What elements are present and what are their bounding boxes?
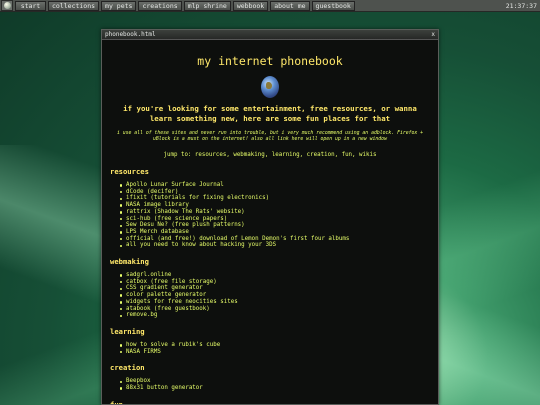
creation-list: Beepbox 88x31 button generator bbox=[110, 378, 430, 391]
webmaking-link[interactable]: atabook (free guestbook) bbox=[126, 306, 210, 312]
list-item: LPS Merch database bbox=[120, 229, 430, 236]
jump-link-webmaking[interactable]: webmaking, bbox=[233, 152, 268, 158]
list-item: CSS gradient generator bbox=[120, 285, 430, 292]
list-item: sci-hub (free science papers) bbox=[120, 216, 430, 223]
resource-link[interactable]: NASA image library bbox=[126, 202, 189, 208]
window-titlebar[interactable]: phonebook.html x bbox=[102, 30, 438, 40]
taskbar-collections-button[interactable]: collections bbox=[48, 0, 100, 11]
resources-list: Apollo Lunar Surface Journal dCode (deci… bbox=[110, 182, 430, 249]
window-title: phonebook.html bbox=[105, 31, 156, 38]
webmaking-link[interactable]: widgets for free neocities sites bbox=[126, 299, 238, 305]
globe-icon bbox=[261, 76, 279, 98]
section-heading-learning: learning bbox=[110, 326, 145, 336]
taskbar-guestbook-button[interactable]: guestbook bbox=[311, 0, 355, 11]
intro-text: if you're looking for some entertainment… bbox=[123, 104, 417, 123]
learning-link[interactable]: NASA FIRMS bbox=[126, 349, 161, 355]
jump-prefix: jump to: bbox=[163, 152, 192, 158]
taskbar-my-pets-button[interactable]: my pets bbox=[101, 0, 137, 11]
list-item: Apollo Lunar Surface Journal bbox=[120, 182, 430, 189]
list-item: widgets for free neocities sites bbox=[120, 299, 430, 306]
jump-link-fun[interactable]: fun, bbox=[342, 152, 356, 158]
resource-link[interactable]: official (and free!) download of Lemon D… bbox=[126, 236, 349, 242]
jump-link-creation[interactable]: creation, bbox=[307, 152, 338, 158]
phonebook-window: phonebook.html x my internet phonebook i… bbox=[101, 29, 439, 405]
list-item: official (and free!) download of Lemon D… bbox=[120, 236, 430, 243]
list-item: color palette generator bbox=[120, 292, 430, 299]
list-item: rattrix (Shadow The Rats' website) bbox=[120, 209, 430, 216]
jump-link-learning[interactable]: learning, bbox=[272, 152, 303, 158]
list-item: ifixit (tutorials for fixing electronics… bbox=[120, 195, 430, 202]
taskbar-creations-button[interactable]: creations bbox=[138, 0, 182, 11]
list-item: all you need to know about hacking your … bbox=[120, 242, 430, 249]
section-heading-creation: creation bbox=[110, 363, 145, 373]
list-item: atabook (free guestbook) bbox=[120, 306, 430, 313]
list-item: how to solve a rubik's cube bbox=[120, 342, 430, 349]
list-item: sadgrl.online bbox=[120, 272, 430, 279]
taskbar-webbook-button[interactable]: webbook bbox=[232, 0, 269, 11]
resource-link[interactable]: Sew Desu Ne? (free plush patterns) bbox=[126, 222, 245, 228]
adblock-note: i use all of these sites and never run i… bbox=[116, 131, 424, 142]
resource-link[interactable]: LPS Merch database bbox=[126, 229, 189, 235]
os-logo-icon[interactable] bbox=[1, 0, 13, 11]
taskbar: start collections my pets creations mlp … bbox=[0, 0, 540, 12]
list-item: 88x31 button generator bbox=[120, 385, 430, 392]
learning-list: how to solve a rubik's cube NASA FIRMS bbox=[110, 342, 430, 355]
webmaking-link[interactable]: remove.bg bbox=[126, 312, 157, 318]
taskbar-clock: 21:37:37 bbox=[505, 2, 537, 10]
jump-link-wikis[interactable]: wikis bbox=[359, 152, 376, 158]
taskbar-mlp-shrine-button[interactable]: mlp shrine bbox=[183, 0, 231, 11]
creation-link[interactable]: Beepbox bbox=[126, 378, 150, 384]
section-heading-resources: resources bbox=[110, 167, 149, 176]
resource-link[interactable]: dCode (decifer) bbox=[126, 189, 178, 195]
resource-link[interactable]: all you need to know about hacking your … bbox=[126, 242, 276, 248]
webmaking-link[interactable]: catbox (free file storage) bbox=[126, 279, 217, 285]
taskbar-about-me-button[interactable]: about me bbox=[270, 0, 310, 11]
section-heading-fun: fun bbox=[110, 399, 123, 405]
window-content: my internet phonebook if you're looking … bbox=[102, 54, 438, 405]
globe-wrap bbox=[110, 76, 430, 98]
list-item: Sew Desu Ne? (free plush patterns) bbox=[120, 222, 430, 229]
webmaking-link[interactable]: CSS gradient generator bbox=[126, 285, 203, 291]
learning-link[interactable]: how to solve a rubik's cube bbox=[126, 342, 220, 348]
creation-link[interactable]: 88x31 button generator bbox=[126, 385, 203, 391]
webmaking-link[interactable]: sadgrl.online bbox=[126, 272, 171, 278]
resource-link[interactable]: ifixit (tutorials for fixing electronics… bbox=[126, 195, 269, 201]
webmaking-link[interactable]: color palette generator bbox=[126, 292, 206, 298]
list-item: Beepbox bbox=[120, 378, 430, 385]
jump-link-resources[interactable]: resources, bbox=[195, 152, 230, 158]
page-title: my internet phonebook bbox=[197, 54, 343, 68]
list-item: NASA FIRMS bbox=[120, 349, 430, 356]
list-item: dCode (decifer) bbox=[120, 189, 430, 196]
list-item: catbox (free file storage) bbox=[120, 279, 430, 286]
list-item: remove.bg bbox=[120, 312, 430, 319]
jump-nav: jump to: resources, webmaking, learning,… bbox=[110, 152, 430, 159]
webmaking-list: sadgrl.online catbox (free file storage)… bbox=[110, 272, 430, 319]
start-button[interactable]: start bbox=[15, 0, 46, 11]
resource-link[interactable]: Apollo Lunar Surface Journal bbox=[126, 182, 224, 188]
resource-link[interactable]: rattrix (Shadow The Rats' website) bbox=[126, 209, 245, 215]
resource-link[interactable]: sci-hub (free science papers) bbox=[126, 216, 227, 222]
list-item: NASA image library bbox=[120, 202, 430, 209]
section-heading-webmaking: webmaking bbox=[110, 257, 149, 267]
close-button[interactable]: x bbox=[431, 30, 435, 39]
